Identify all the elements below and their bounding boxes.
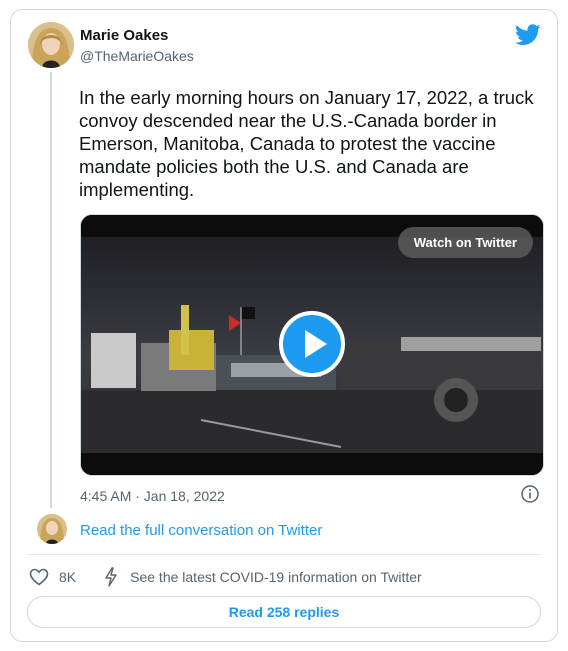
author-name[interactable]: Marie Oakes	[80, 27, 168, 44]
read-replies-button[interactable]: Read 258 replies	[27, 596, 541, 628]
play-icon	[305, 330, 327, 358]
tweet-text: In the early morning hours on January 17…	[79, 87, 534, 200]
reply-avatar[interactable]	[37, 514, 67, 544]
play-button[interactable]	[279, 311, 345, 377]
info-icon[interactable]	[521, 485, 539, 503]
thread-line	[50, 72, 52, 508]
video-player[interactable]: Watch on Twitter	[80, 214, 544, 476]
watch-on-twitter-button[interactable]: Watch on Twitter	[397, 227, 533, 258]
author-handle[interactable]: @TheMarieOakes	[80, 48, 194, 64]
covid-info-link[interactable]: See the latest COVID-19 information on T…	[130, 569, 422, 585]
tweet-card: Marie Oakes @TheMarieOakes In the early …	[10, 9, 558, 642]
author-avatar[interactable]	[28, 22, 74, 68]
read-conversation-link[interactable]: Read the full conversation on Twitter	[80, 522, 322, 539]
tweet-timestamp[interactable]: 4:45 AM · Jan 18, 2022	[80, 488, 225, 504]
action-row: 8K See the latest COVID-19 information o…	[29, 566, 422, 588]
lightning-bolt-icon	[105, 567, 117, 587]
heart-icon[interactable]	[29, 568, 49, 586]
twitter-bird-icon[interactable]	[515, 24, 541, 46]
like-count[interactable]: 8K	[59, 569, 76, 585]
divider	[27, 554, 541, 555]
